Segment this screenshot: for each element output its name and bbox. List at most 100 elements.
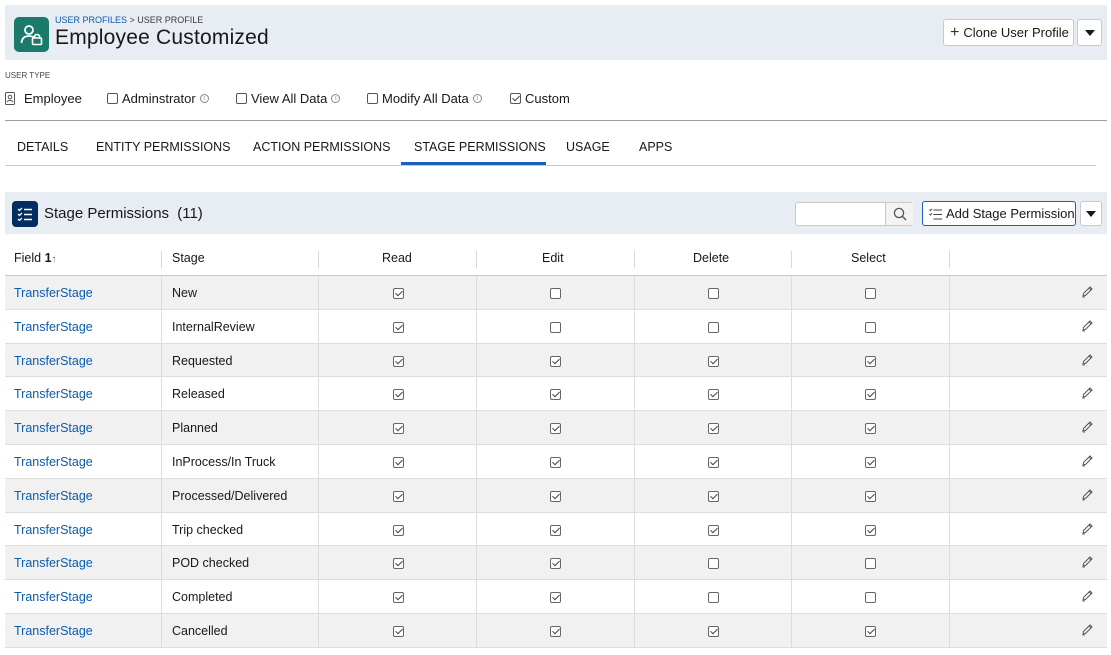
- read-permission-checkbox[interactable]: [393, 388, 404, 403]
- edit-permission-checkbox[interactable]: [550, 287, 561, 302]
- pencil-icon[interactable]: [1081, 353, 1094, 369]
- tab-entity-permissions[interactable]: ENTITY PERMISSIONS: [96, 140, 231, 154]
- header-more-actions-button[interactable]: [1077, 19, 1102, 46]
- read-permission-checkbox[interactable]: [393, 524, 404, 539]
- field-link[interactable]: TransferStage: [14, 286, 93, 300]
- tab-apps[interactable]: APPS: [639, 140, 672, 154]
- pencil-icon[interactable]: [1081, 488, 1094, 504]
- edit-permission-checkbox[interactable]: [550, 490, 561, 505]
- edit-permission-checkbox[interactable]: [550, 388, 561, 403]
- pencil-icon[interactable]: [1081, 285, 1094, 301]
- edit-permission-checkbox[interactable]: [550, 456, 561, 471]
- delete-permission-checkbox[interactable]: [708, 355, 719, 370]
- column-header-edit[interactable]: Edit: [542, 251, 564, 265]
- edit-permission-checkbox[interactable]: [550, 557, 561, 572]
- column-header-read[interactable]: Read: [382, 251, 412, 265]
- read-permission-checkbox[interactable]: [393, 490, 404, 505]
- user-type-adminstrator[interactable]: Adminstrator i: [107, 89, 209, 107]
- view-all-data-checkbox[interactable]: [236, 92, 247, 104]
- column-header-field[interactable]: Field 1↑: [14, 251, 57, 265]
- field-link[interactable]: TransferStage: [14, 489, 93, 503]
- select-permission-checkbox[interactable]: [865, 524, 876, 539]
- field-link[interactable]: TransferStage: [14, 354, 93, 368]
- user-type-custom[interactable]: Custom: [510, 89, 570, 107]
- delete-permission-checkbox[interactable]: [708, 321, 719, 336]
- pencil-icon[interactable]: [1081, 623, 1094, 639]
- delete-permission-checkbox[interactable]: [708, 456, 719, 471]
- search-button[interactable]: [885, 203, 913, 225]
- select-permission-checkbox[interactable]: [865, 287, 876, 302]
- user-type-view-all-data[interactable]: View All Data i: [236, 89, 341, 107]
- info-icon[interactable]: i: [472, 93, 482, 103]
- read-permission-checkbox[interactable]: [393, 321, 404, 336]
- select-permission-checkbox[interactable]: [865, 355, 876, 370]
- column-header-delete[interactable]: Delete: [693, 251, 729, 265]
- field-link[interactable]: TransferStage: [14, 320, 93, 334]
- read-permission-checkbox[interactable]: [393, 422, 404, 437]
- add-stage-permission-button[interactable]: Add Stage Permission: [922, 201, 1076, 226]
- delete-permission-checkbox[interactable]: [708, 388, 719, 403]
- section-more-actions-button[interactable]: [1080, 201, 1102, 226]
- field-link[interactable]: TransferStage: [14, 421, 93, 435]
- edit-permission-checkbox[interactable]: [550, 524, 561, 539]
- select-permission-checkbox[interactable]: [865, 422, 876, 437]
- tab-action-permissions[interactable]: ACTION PERMISSIONS: [253, 140, 391, 154]
- field-link[interactable]: TransferStage: [14, 523, 93, 537]
- pencil-icon[interactable]: [1081, 589, 1094, 605]
- add-list-icon: [929, 207, 942, 219]
- search-input[interactable]: [797, 204, 885, 224]
- field-link[interactable]: TransferStage: [14, 556, 93, 570]
- edit-permission-checkbox[interactable]: [550, 321, 561, 336]
- breadcrumb-user-profiles[interactable]: USER PROFILES: [55, 15, 127, 25]
- edit-permission-checkbox[interactable]: [550, 422, 561, 437]
- read-permission-checkbox[interactable]: [393, 557, 404, 572]
- select-permission-checkbox[interactable]: [865, 591, 876, 606]
- column-header-select[interactable]: Select: [851, 251, 886, 265]
- delete-permission-checkbox[interactable]: [708, 557, 719, 572]
- info-icon[interactable]: i: [331, 93, 341, 103]
- read-permission-checkbox[interactable]: [393, 287, 404, 302]
- read-permission-checkbox[interactable]: [393, 625, 404, 640]
- tab-usage[interactable]: USAGE: [566, 140, 610, 154]
- edit-permission-checkbox[interactable]: [550, 355, 561, 370]
- read-permission-checkbox[interactable]: [393, 355, 404, 370]
- tab-details[interactable]: DETAILS: [17, 140, 68, 154]
- cell-divider: [476, 546, 477, 580]
- pencil-icon[interactable]: [1081, 386, 1094, 402]
- delete-permission-checkbox[interactable]: [708, 422, 719, 437]
- select-permission-checkbox[interactable]: [865, 490, 876, 505]
- pencil-icon[interactable]: [1081, 319, 1094, 335]
- user-type-modify-all-data[interactable]: Modify All Data i: [367, 89, 482, 107]
- custom-checkbox[interactable]: [510, 92, 521, 104]
- info-icon[interactable]: i: [199, 93, 209, 103]
- edit-permission-checkbox[interactable]: [550, 591, 561, 606]
- select-permission-checkbox[interactable]: [865, 388, 876, 403]
- field-link[interactable]: TransferStage: [14, 455, 93, 469]
- pencil-icon[interactable]: [1081, 420, 1094, 436]
- select-permission-checkbox[interactable]: [865, 557, 876, 572]
- clone-user-profile-button[interactable]: + Clone User Profile: [943, 19, 1074, 46]
- pencil-icon[interactable]: [1081, 522, 1094, 538]
- delete-permission-checkbox[interactable]: [708, 287, 719, 302]
- read-permission-checkbox[interactable]: [393, 456, 404, 471]
- modify-all-data-checkbox[interactable]: [367, 92, 378, 104]
- column-header-stage[interactable]: Stage: [172, 251, 205, 265]
- delete-permission-checkbox[interactable]: [708, 591, 719, 606]
- delete-permission-checkbox[interactable]: [708, 490, 719, 505]
- delete-permission-checkbox[interactable]: [708, 524, 719, 539]
- field-link[interactable]: TransferStage: [14, 624, 93, 638]
- tab-stage-permissions[interactable]: STAGE PERMISSIONS: [414, 140, 546, 154]
- select-permission-checkbox[interactable]: [865, 625, 876, 640]
- adminstrator-checkbox[interactable]: [107, 92, 118, 104]
- delete-permission-checkbox[interactable]: [708, 625, 719, 640]
- edit-permission-checkbox[interactable]: [550, 625, 561, 640]
- field-link[interactable]: TransferStage: [14, 590, 93, 604]
- cell-divider: [161, 411, 162, 444]
- cell-divider: [634, 444, 635, 478]
- select-permission-checkbox[interactable]: [865, 321, 876, 336]
- read-permission-checkbox[interactable]: [393, 591, 404, 606]
- select-permission-checkbox[interactable]: [865, 456, 876, 471]
- pencil-icon[interactable]: [1081, 454, 1094, 470]
- pencil-icon[interactable]: [1081, 555, 1094, 571]
- field-link[interactable]: TransferStage: [14, 387, 93, 401]
